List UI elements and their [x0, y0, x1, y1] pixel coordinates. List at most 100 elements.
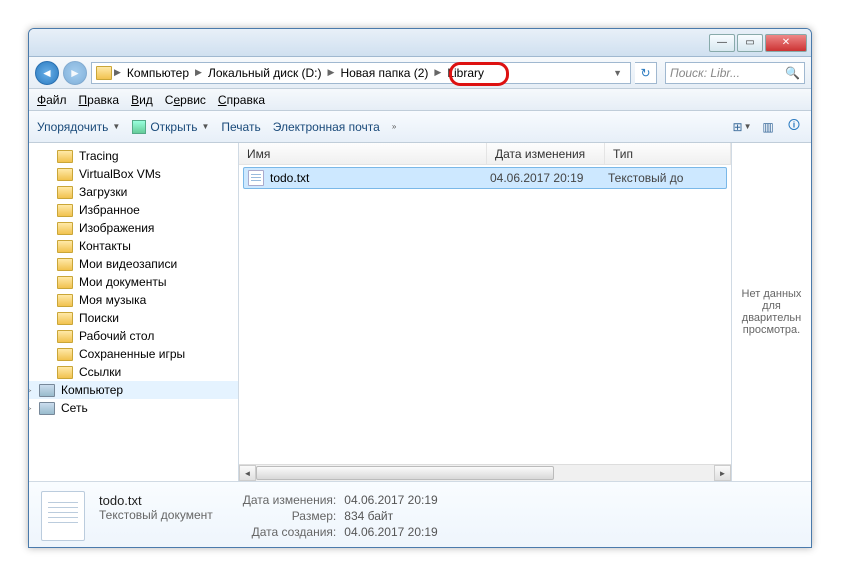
email-button[interactable]: Электронная почта — [273, 120, 380, 134]
preview-pane-button[interactable]: ▥ — [759, 118, 777, 136]
tree-item-network[interactable]: ▷Сеть — [29, 399, 238, 417]
menu-file[interactable]: Файл — [37, 93, 67, 107]
search-input[interactable]: Поиск: Libr... 🔍 — [665, 62, 805, 84]
folder-icon — [57, 330, 73, 343]
scroll-left-button[interactable]: ◄ — [239, 465, 256, 481]
folder-icon — [57, 222, 73, 235]
text-file-icon — [248, 170, 264, 186]
chevron-right-icon[interactable]: ▶ — [114, 67, 121, 78]
text-file-icon — [41, 491, 85, 541]
folder-icon — [57, 240, 73, 253]
menubar: Файл Правка Вид Сервис Справка — [29, 89, 811, 111]
folder-icon — [57, 276, 73, 289]
breadcrumb-item[interactable]: Локальный диск (D:) — [204, 64, 326, 82]
tree-item[interactable]: Избранное — [29, 201, 238, 219]
file-name: todo.txt — [270, 171, 490, 185]
open-icon — [132, 120, 146, 134]
column-name[interactable]: Имя — [239, 143, 487, 164]
details-size-label: Размер: — [243, 509, 337, 523]
titlebar: — ▭ ✕ — [29, 29, 811, 57]
tree-item[interactable]: Рабочий стол — [29, 327, 238, 345]
explorer-window: — ▭ ✕ ◄ ► ▶ Компьютер ▶ Локальный диск (… — [28, 28, 812, 548]
close-button[interactable]: ✕ — [765, 34, 807, 52]
breadcrumb-item[interactable]: Компьютер — [123, 64, 193, 82]
body: Tracing VirtualBox VMs Загрузки Избранно… — [29, 143, 811, 481]
expand-icon[interactable]: ▷ — [29, 385, 33, 396]
chevron-right-icon[interactable]: ▶ — [328, 67, 335, 78]
horizontal-scrollbar[interactable]: ◄ ► — [239, 464, 731, 481]
back-button[interactable]: ◄ — [35, 61, 59, 85]
organize-button[interactable]: Упорядочить▼ — [37, 120, 120, 134]
tree-item[interactable]: Сохраненные игры — [29, 345, 238, 363]
list-area: Имя Дата изменения Тип todo.txt 04.06.20… — [239, 143, 811, 481]
network-icon — [39, 402, 55, 415]
folder-icon — [57, 204, 73, 217]
folder-icon — [57, 366, 73, 379]
scroll-track[interactable] — [256, 465, 714, 481]
menu-view[interactable]: Вид — [131, 93, 153, 107]
tree-item[interactable]: VirtualBox VMs — [29, 165, 238, 183]
address-dropdown[interactable]: ▼ — [609, 68, 626, 78]
tree-item[interactable]: Изображения — [29, 219, 238, 237]
tree-item[interactable]: Моя музыка — [29, 291, 238, 309]
tree-item[interactable]: Мои документы — [29, 273, 238, 291]
preview-pane: Нет данных для дварительн просмотра. — [731, 143, 811, 481]
file-row[interactable]: todo.txt 04.06.2017 20:19 Текстовый до — [243, 167, 727, 189]
search-placeholder: Поиск: Libr... — [670, 66, 740, 80]
file-list[interactable]: Имя Дата изменения Тип todo.txt 04.06.20… — [239, 143, 731, 481]
chevron-right-icon[interactable]: » — [392, 122, 396, 131]
details-size-value: 834 байт — [344, 509, 437, 523]
folder-icon — [57, 294, 73, 307]
forward-button[interactable]: ► — [63, 61, 87, 85]
details-modified-value: 04.06.2017 20:19 — [344, 493, 437, 507]
menu-edit[interactable]: Правка — [79, 93, 120, 107]
toolbar: Упорядочить▼ Открыть▼ Печать Электронная… — [29, 111, 811, 143]
folder-icon — [57, 150, 73, 163]
refresh-button[interactable]: ↻ — [635, 62, 657, 84]
menu-tools[interactable]: Сервис — [165, 93, 206, 107]
address-bar[interactable]: ▶ Компьютер ▶ Локальный диск (D:) ▶ Нова… — [91, 62, 631, 84]
folder-icon — [57, 348, 73, 361]
folder-icon — [96, 66, 112, 80]
file-type: Текстовый до — [608, 171, 683, 185]
print-button[interactable]: Печать — [221, 120, 260, 134]
breadcrumb-item[interactable]: Новая папка (2) — [336, 64, 432, 82]
minimize-button[interactable]: — — [709, 34, 735, 52]
column-date[interactable]: Дата изменения — [487, 143, 605, 164]
tree-item[interactable]: Мои видеозаписи — [29, 255, 238, 273]
details-pane: todo.txt Текстовый документ Дата изменен… — [29, 481, 811, 548]
column-headers: Имя Дата изменения Тип — [239, 143, 731, 165]
tree-item[interactable]: Контакты — [29, 237, 238, 255]
folder-icon — [57, 312, 73, 325]
folder-icon — [57, 186, 73, 199]
folder-icon — [57, 258, 73, 271]
scroll-right-button[interactable]: ► — [714, 465, 731, 481]
chevron-right-icon[interactable]: ▶ — [195, 67, 202, 78]
tree-item[interactable]: Tracing — [29, 147, 238, 165]
details-created-label: Дата создания: — [243, 525, 337, 539]
view-options-button[interactable]: ⊞▼ — [733, 118, 751, 136]
chevron-right-icon[interactable]: ▶ — [434, 67, 441, 78]
tree-item-computer[interactable]: ▷Компьютер — [29, 381, 238, 399]
folder-icon — [57, 168, 73, 181]
scroll-thumb[interactable] — [256, 466, 554, 480]
maximize-button[interactable]: ▭ — [737, 34, 763, 52]
computer-icon — [39, 384, 55, 397]
tree-item[interactable]: Поиски — [29, 309, 238, 327]
expand-icon[interactable]: ▷ — [29, 403, 33, 414]
column-type[interactable]: Тип — [605, 143, 731, 164]
tree-pane[interactable]: Tracing VirtualBox VMs Загрузки Избранно… — [29, 143, 239, 481]
search-icon[interactable]: 🔍 — [785, 66, 800, 80]
details-filename: todo.txt — [99, 493, 213, 508]
menu-help[interactable]: Справка — [218, 93, 265, 107]
details-filetype: Текстовый документ — [99, 508, 213, 522]
navbar: ◄ ► ▶ Компьютер ▶ Локальный диск (D:) ▶ … — [29, 57, 811, 89]
breadcrumb-item[interactable]: Library — [443, 64, 488, 82]
help-button[interactable]: 🛈 — [785, 118, 803, 136]
details-modified-label: Дата изменения: — [243, 493, 337, 507]
tree-item[interactable]: Ссылки — [29, 363, 238, 381]
tree-item[interactable]: Загрузки — [29, 183, 238, 201]
details-created-value: 04.06.2017 20:19 — [344, 525, 437, 539]
file-date: 04.06.2017 20:19 — [490, 171, 608, 185]
open-button[interactable]: Открыть▼ — [132, 120, 209, 134]
